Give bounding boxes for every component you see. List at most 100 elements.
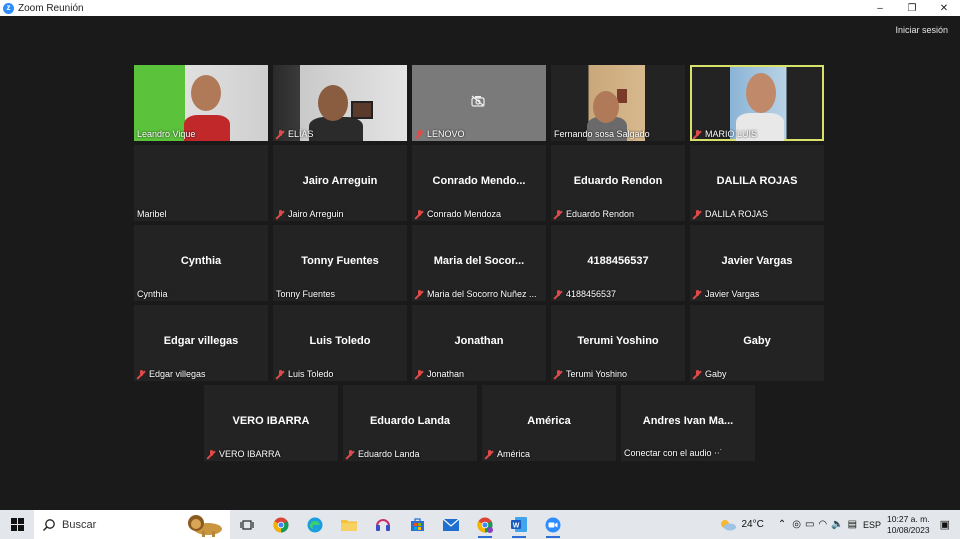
participant-name: Cynthia	[137, 289, 168, 299]
mail-icon	[443, 518, 459, 531]
participant-tile[interactable]: Maria del Socor... Maria del Socorro Nuñ…	[412, 225, 546, 301]
volume-icon[interactable]: 🔈	[831, 519, 843, 530]
weather-temperature[interactable]: 24°C	[741, 519, 763, 530]
chrome-icon	[273, 517, 289, 532]
participant-tile[interactable]: Conrado Mendo... Conrado Mendoza	[412, 145, 546, 221]
meet-now-icon[interactable]: ◎	[792, 519, 801, 530]
participant-tile[interactable]: Fernando sosa Salgado	[551, 65, 685, 141]
word-icon: W	[511, 517, 527, 532]
participant-tile[interactable]: LENOVO	[412, 65, 546, 141]
participant-display-name: Andres Ivan Ma...	[642, 415, 734, 427]
start-button[interactable]	[0, 510, 34, 539]
input-language[interactable]: ESP	[863, 520, 881, 530]
file-explorer-button[interactable]	[332, 510, 366, 539]
participant-tile[interactable]: Tonny Fuentes Tonny Fuentes	[273, 225, 407, 301]
participant-tile[interactable]: Eduardo Landa Eduardo Landa	[343, 385, 477, 461]
muted-mic-icon	[207, 449, 216, 459]
muted-mic-icon	[485, 449, 494, 459]
participant-tile[interactable]: Leandro Vique	[134, 65, 268, 141]
chrome-profile-icon	[477, 517, 493, 533]
participant-tile[interactable]: Andres Ivan Ma... Conectar con el audio …	[621, 385, 755, 461]
participant-name: DALILA ROJAS	[693, 209, 768, 219]
participant-name: Conectar con el audio ⋅⋅˙	[624, 448, 723, 458]
zoom-taskbar-button[interactable]	[536, 510, 570, 539]
muted-mic-icon	[554, 289, 563, 299]
participant-display-name: Jonathan	[454, 335, 504, 347]
participant-tile-active-speaker[interactable]: MARIO LUIS	[690, 65, 824, 141]
svg-text:W: W	[513, 523, 520, 530]
minimize-button[interactable]: –	[864, 0, 896, 16]
taskbar-search[interactable]: Buscar	[34, 510, 230, 539]
participant-name: Jonathan	[415, 369, 464, 379]
participant-name: Javier Vargas	[693, 289, 759, 299]
participant-tile[interactable]: Jonathan Jonathan	[412, 305, 546, 381]
participant-name: Luis Toledo	[276, 369, 333, 379]
participant-tile[interactable]: Javier Vargas Javier Vargas	[690, 225, 824, 301]
participant-name: Conrado Mendoza	[415, 209, 501, 219]
participant-display-name: Gaby	[743, 335, 771, 347]
signin-link[interactable]: Iniciar sesión	[895, 25, 948, 35]
clock-date: 10/08/2023	[887, 524, 930, 535]
headphones-icon	[376, 519, 390, 531]
participant-tile[interactable]: Gaby Gaby	[690, 305, 824, 381]
restore-button[interactable]: ❐	[896, 0, 928, 16]
participant-name: Leandro Vique	[137, 129, 196, 139]
meeting-gallery: Iniciar sesión Leandro Vique ELÍAS LENOV…	[0, 16, 960, 510]
muted-mic-icon	[415, 289, 424, 299]
wifi-icon[interactable]: ◠	[818, 519, 827, 530]
close-button[interactable]: ✕	[928, 0, 960, 16]
lion-illustration-icon	[188, 515, 222, 537]
clock-time: 10:27 a. m.	[887, 513, 930, 524]
participant-tile[interactable]: Luis Toledo Luis Toledo	[273, 305, 407, 381]
search-icon	[43, 518, 55, 531]
camera-off-icon	[471, 95, 485, 107]
zoom-icon	[545, 517, 561, 532]
participant-name: Eduardo Landa	[346, 449, 420, 459]
participant-tile[interactable]: VERO IBARRA VERO IBARRA	[204, 385, 338, 461]
headphones-app-button[interactable]	[366, 510, 400, 539]
participant-name: América	[485, 449, 530, 459]
participant-tile[interactable]: ELÍAS	[273, 65, 407, 141]
participant-tile[interactable]: Eduardo Rendon Eduardo Rendon	[551, 145, 685, 221]
participant-name: VERO IBARRA	[207, 449, 281, 459]
participant-display-name: Terumi Yoshino	[577, 335, 659, 347]
participant-display-name: Eduardo Landa	[369, 415, 451, 427]
participant-name: Eduardo Rendon	[554, 209, 634, 219]
participant-tile[interactable]: Jairo Arreguin Jairo Arreguin	[273, 145, 407, 221]
muted-mic-icon	[137, 369, 146, 379]
participant-display-name: 4188456537	[587, 255, 649, 267]
participant-tile[interactable]: DALILA ROJAS DALILA ROJAS	[690, 145, 824, 221]
muted-mic-icon	[415, 129, 424, 139]
notifications-icon[interactable]: ▣	[940, 518, 950, 531]
muted-mic-icon	[693, 369, 702, 379]
battery-icon[interactable]: ▭	[805, 519, 814, 530]
word-button[interactable]: W	[502, 510, 536, 539]
participant-tile[interactable]: Maribel	[134, 145, 268, 221]
participant-display-name: Javier Vargas	[721, 255, 793, 267]
title-bar: z Zoom Reunión – ❐ ✕	[0, 0, 960, 16]
participant-display-name: Maria del Socor...	[433, 255, 525, 267]
participant-name: Fernando sosa Salgado	[554, 129, 650, 139]
chevron-up-icon[interactable]: ⌃	[778, 519, 786, 530]
chrome-profile-button[interactable]	[468, 510, 502, 539]
participant-name: LENOVO	[415, 129, 465, 139]
edge-button[interactable]	[298, 510, 332, 539]
store-icon	[410, 518, 424, 531]
chrome-button[interactable]	[264, 510, 298, 539]
participant-display-name: VERO IBARRA	[232, 415, 310, 427]
network-icon[interactable]: ▤	[848, 519, 857, 530]
participant-name: MARIO LUIS	[693, 129, 757, 139]
clock[interactable]: 10:27 a. m. 10/08/2023	[887, 514, 930, 536]
mail-button[interactable]	[434, 510, 468, 539]
task-view-button[interactable]	[230, 510, 264, 539]
muted-mic-icon	[554, 369, 563, 379]
muted-mic-icon	[276, 369, 285, 379]
muted-mic-icon	[276, 209, 285, 219]
muted-mic-icon	[693, 289, 702, 299]
participant-tile[interactable]: Cynthia Cynthia	[134, 225, 268, 301]
participant-tile[interactable]: América América	[482, 385, 616, 461]
participant-tile[interactable]: 4188456537 4188456537	[551, 225, 685, 301]
participant-tile[interactable]: Terumi Yoshino Terumi Yoshino	[551, 305, 685, 381]
store-button[interactable]	[400, 510, 434, 539]
participant-tile[interactable]: Edgar villegas Edgar villegas	[134, 305, 268, 381]
